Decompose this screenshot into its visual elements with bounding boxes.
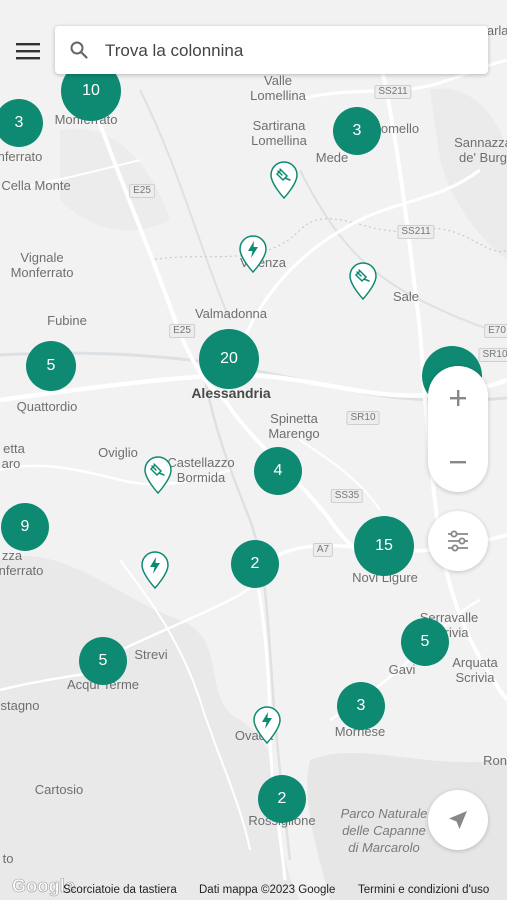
cluster-marker[interactable]: 5	[79, 637, 127, 685]
cluster-marker[interactable]: 20	[199, 329, 259, 389]
road-shield: SR10	[346, 411, 380, 425]
hamburger-menu-icon	[16, 43, 40, 60]
station-pin-plug[interactable]	[142, 455, 174, 495]
place-label: Mede	[315, 150, 349, 165]
zoom-out-button[interactable]	[428, 432, 488, 492]
place-label: Spinetta	[270, 411, 318, 426]
my-location-button[interactable]	[428, 790, 488, 850]
search-icon	[70, 41, 88, 59]
place-label: Lomellina	[250, 88, 306, 103]
station-pin-bolt[interactable]	[237, 234, 269, 274]
cluster-marker[interactable]: 15	[354, 516, 414, 576]
cluster-marker[interactable]: 3	[337, 682, 385, 730]
place-label: nferrato	[0, 563, 44, 578]
cluster-marker[interactable]: 5	[401, 618, 449, 666]
place-label: omello	[380, 121, 420, 136]
place-label: Oviglio	[98, 445, 138, 460]
road-shield: SS211	[374, 85, 412, 99]
place-label: Quattordio	[16, 399, 78, 414]
place-label: Lomellina	[251, 133, 307, 148]
cluster-marker[interactable]: 5	[26, 341, 76, 391]
place-label: Cartosio	[34, 782, 84, 797]
filter-button[interactable]	[428, 511, 488, 571]
place-label: to	[2, 851, 14, 866]
park-label: Parco Naturale	[340, 806, 428, 821]
cluster-marker[interactable]: 9	[1, 503, 49, 551]
place-label: etta	[3, 441, 25, 456]
station-pin-bolt[interactable]	[251, 705, 283, 745]
filter-sliders-icon	[448, 530, 468, 552]
zoom-in-button[interactable]	[428, 368, 488, 428]
place-label: Arquata	[452, 655, 498, 670]
park-label: delle Capanne	[342, 823, 426, 838]
place-label: Gavi	[388, 662, 416, 677]
road-shield: SR10	[478, 348, 507, 362]
road-shield: E70	[484, 324, 507, 338]
station-pin-bolt[interactable]	[139, 550, 171, 590]
place-label: Castellazzo	[167, 455, 235, 470]
menu-button[interactable]	[10, 36, 46, 66]
place-label: Valmadonna	[194, 306, 268, 321]
place-label: Cella Monte	[1, 178, 71, 193]
cluster-marker[interactable]: 4	[254, 447, 302, 495]
place-label: Sartirana	[252, 118, 306, 133]
place-label: stagno	[0, 698, 40, 713]
place-label: Strevi	[134, 647, 168, 662]
place-label: Scrivia	[455, 670, 495, 685]
navigation-arrow-icon	[449, 811, 467, 829]
search-box[interactable]	[55, 26, 488, 74]
map-data-attribution[interactable]: Dati mappa ©2023 Google	[199, 884, 335, 896]
minus-icon	[450, 461, 466, 464]
keyboard-shortcuts-link[interactable]: Scorciatoie da tastiera	[63, 884, 177, 896]
place-label: Sannazza	[454, 135, 507, 150]
park-label: di Marcarolo	[348, 840, 420, 855]
road-shield: SS211	[397, 225, 435, 239]
cluster-marker[interactable]: 3	[333, 107, 381, 155]
station-pin-plug[interactable]	[268, 160, 300, 200]
place-label: Marengo	[268, 426, 320, 441]
road-shield: E25	[169, 324, 195, 338]
plus-icon	[450, 390, 466, 406]
road-shield: A7	[312, 543, 334, 557]
place-label: Fubine	[47, 313, 87, 328]
station-pin-plug[interactable]	[347, 261, 379, 301]
top-bar	[0, 24, 490, 76]
place-label: Vignale	[20, 250, 64, 265]
terms-link[interactable]: Termini e condizioni d'uso	[358, 884, 489, 896]
place-label: de' Burg	[458, 150, 507, 165]
road-shield: E25	[129, 184, 155, 198]
cluster-marker[interactable]: 2	[258, 775, 306, 823]
place-label: Ron	[483, 753, 507, 768]
zoom-controls	[428, 366, 488, 492]
search-input[interactable]	[103, 38, 477, 64]
place-label: aro	[1, 456, 21, 471]
place-label: Monferrato	[10, 265, 74, 280]
map-footer: Google Scorciatoie da tastiera Dati mapp…	[0, 876, 507, 900]
place-label: Sale	[392, 289, 420, 304]
place-label: Bormida	[176, 470, 226, 485]
cluster-marker[interactable]: 2	[231, 540, 279, 588]
road-shield: SS35	[330, 489, 364, 503]
place-label: nferrato	[0, 149, 43, 164]
